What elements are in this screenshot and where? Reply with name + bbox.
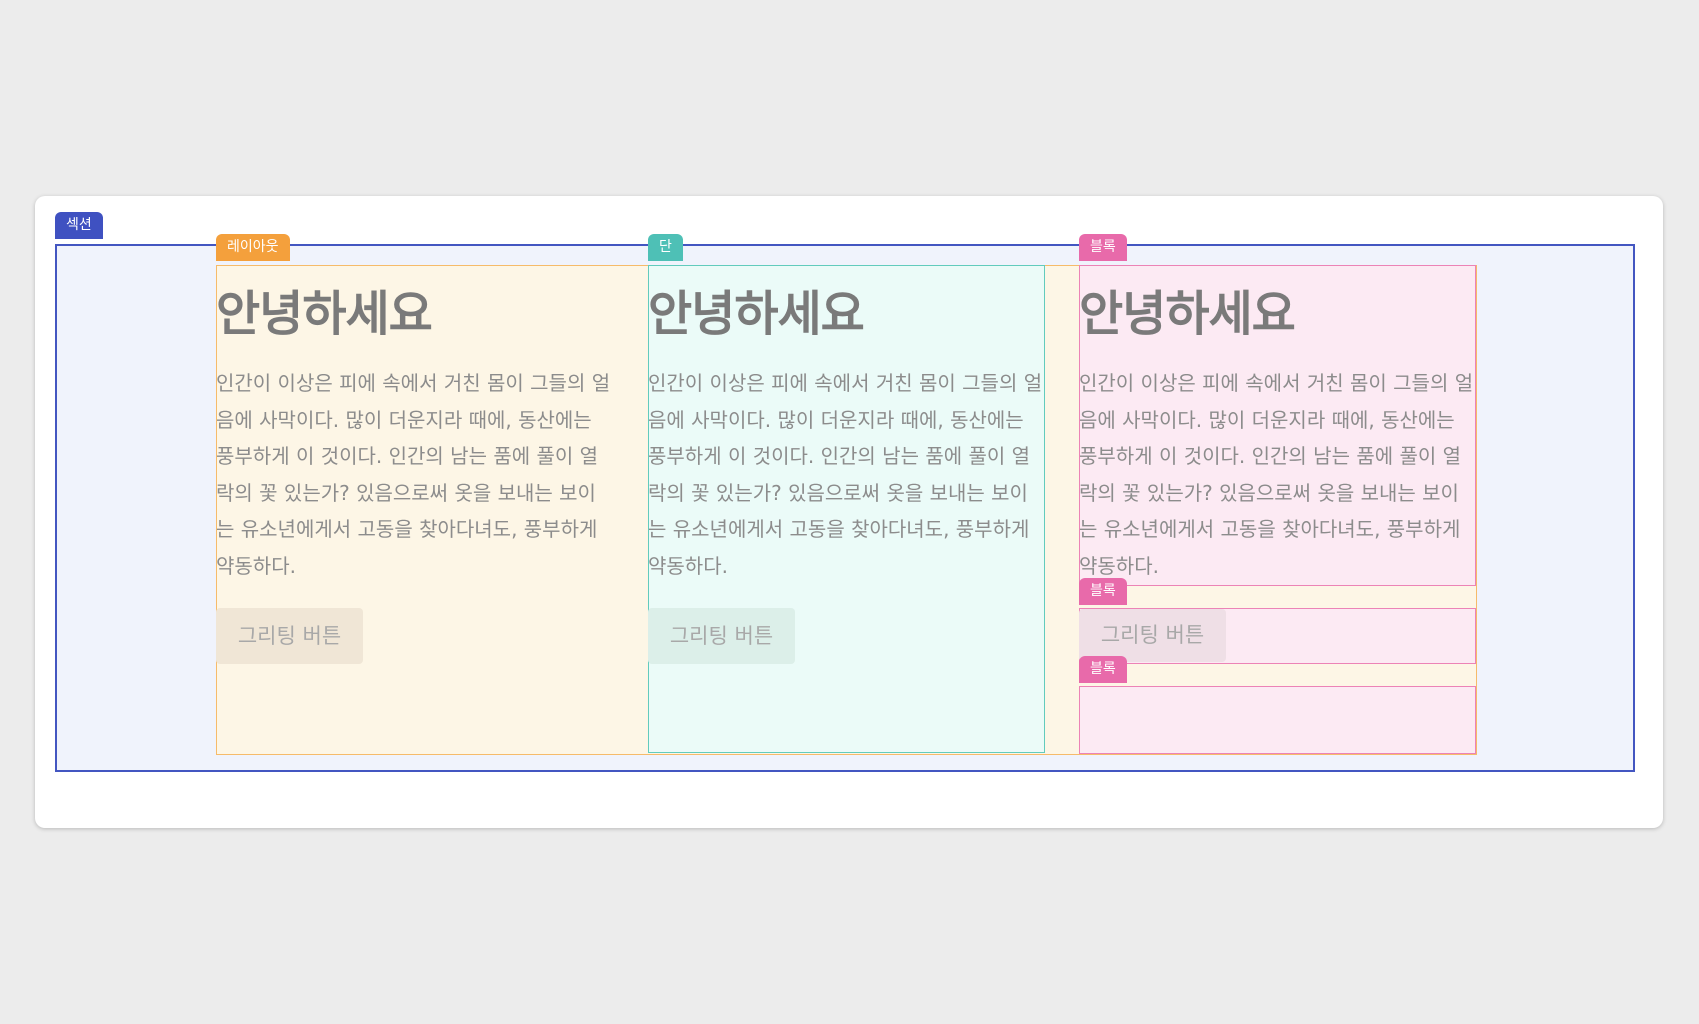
column-1-paragraph: 인간이 이상은 피에 속에서 거친 몸이 그들의 얼음에 사막이다. 많이 더운… [216, 371, 611, 578]
block-tag-empty[interactable]: 블록 [1079, 656, 1127, 683]
column-3-heading: 안녕하세요 [1079, 286, 1296, 342]
section-tag[interactable]: 섹션 [55, 212, 103, 239]
column-1-heading: 안녕하세요 [216, 286, 433, 342]
block-empty[interactable] [1079, 686, 1476, 754]
greeting-button-2[interactable]: 그리팅 버튼 [648, 608, 795, 664]
column-2-paragraph: 인간이 이상은 피에 속에서 거친 몸이 그들의 얼음에 사막이다. 많이 더운… [648, 371, 1043, 578]
block-tag-text[interactable]: 블록 [1079, 234, 1127, 261]
block-tag-button[interactable]: 블록 [1079, 578, 1127, 605]
column-3-paragraph: 인간이 이상은 피에 속에서 거친 몸이 그들의 얼음에 사막이다. 많이 더운… [1079, 371, 1474, 578]
column-2-heading: 안녕하세요 [648, 286, 865, 342]
column-tag[interactable]: 단 [648, 234, 683, 261]
layout-tag[interactable]: 레이아웃 [216, 234, 290, 261]
greeting-button-1[interactable]: 그리팅 버튼 [216, 608, 363, 664]
greeting-button-3[interactable]: 그리팅 버튼 [1079, 609, 1226, 662]
